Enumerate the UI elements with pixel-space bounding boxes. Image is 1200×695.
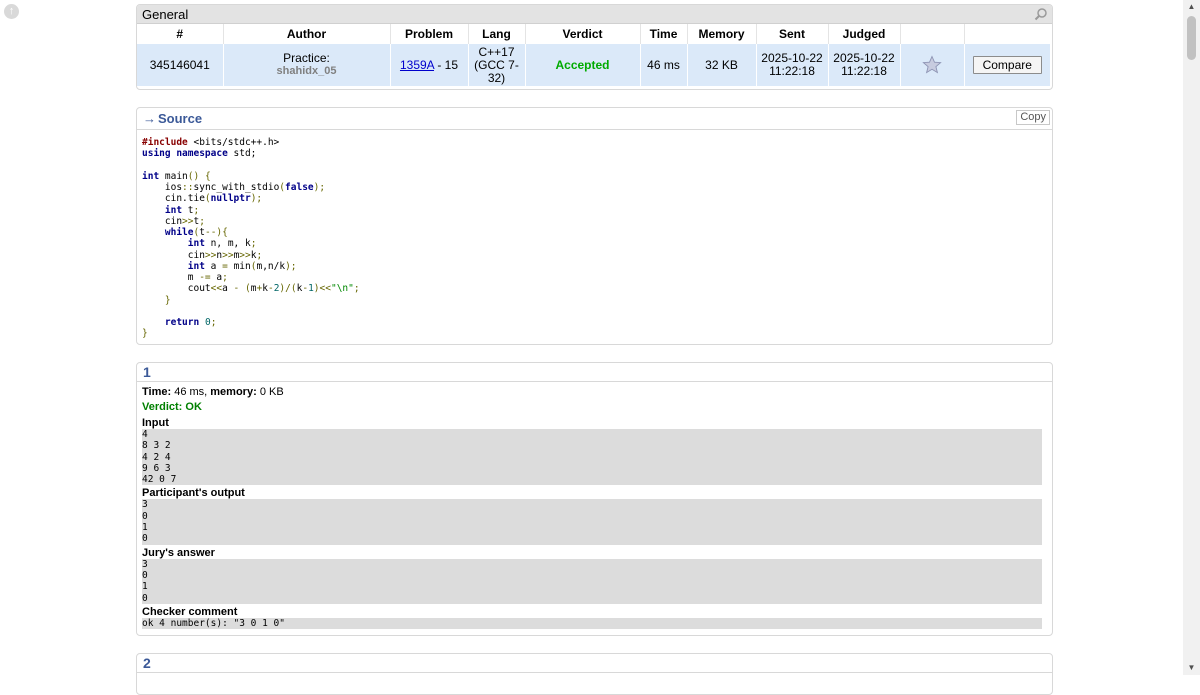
column-header-time: Time	[640, 24, 688, 44]
submission-row: 345146041 Practice: shahidx_05 1359A - 1…	[137, 44, 1050, 86]
column-header-problem: Problem	[390, 24, 469, 44]
test-header-2: 2	[137, 654, 1052, 673]
test-body-1: Time: 46 ms, memory: 0 KB Verdict: OK In…	[137, 382, 1052, 630]
submission-lang: C++17 (GCC 7-32)	[468, 44, 526, 86]
test-panel-2: 2	[136, 653, 1053, 695]
column-header-compare	[964, 24, 1050, 44]
memory-label: memory:	[210, 386, 257, 398]
submission-time: 46 ms	[640, 44, 688, 86]
scroll-down-arrow-icon[interactable]: ▼	[1183, 661, 1200, 675]
column-header-lang: Lang	[468, 24, 526, 44]
submission-favourite	[900, 44, 965, 86]
output-data: 3 0 1 0	[142, 499, 1042, 545]
submission-id: 345146041	[137, 44, 224, 86]
scrollbar[interactable]: ▲ ▼	[1183, 0, 1200, 675]
answer-label: Jury's answer	[142, 546, 215, 559]
author-handle-link[interactable]: shahidx_05	[226, 65, 388, 78]
copy-button[interactable]: Copy	[1016, 110, 1050, 125]
source-title[interactable]: Source	[158, 111, 202, 126]
submission-problem: 1359A - 15	[390, 44, 469, 86]
verdict-label: Verdict:	[142, 401, 183, 413]
test-panel-1: 1 Time: 46 ms, memory: 0 KB Verdict: OK …	[136, 362, 1053, 636]
general-header: General	[137, 5, 1052, 24]
column-header-id: #	[137, 24, 224, 44]
input-data: 4 8 3 2 4 2 4 9 6 3 42 0 7	[142, 429, 1042, 486]
source-code: #include <bits/stdc++.h> using namespace…	[142, 137, 360, 340]
source-header: → Source Copy	[137, 108, 1052, 130]
column-header-sent: Sent	[756, 24, 829, 44]
checker-data: ok 4 number(s): "3 0 1 0"	[142, 617, 1042, 630]
test-number: 1	[143, 364, 151, 380]
verdict-value: OK	[185, 401, 202, 413]
status-header-row: # Author Problem Lang Verdict Time Memor…	[137, 24, 1050, 44]
submission-author: Practice: shahidx_05	[223, 44, 391, 86]
author-prefix: Practice:	[283, 51, 330, 65]
submission-verdict: Accepted	[525, 44, 641, 86]
column-header-verdict: Verdict	[525, 24, 641, 44]
verdict-accepted: Accepted	[555, 57, 610, 72]
problem-link[interactable]: 1359A	[400, 58, 434, 72]
general-title: General	[142, 7, 189, 22]
source-arrow-icon: →	[143, 111, 156, 126]
checker-label: Checker comment	[142, 605, 238, 618]
submission-judged: 2025-10-22 11:22:18	[828, 44, 901, 86]
magnifier-icon[interactable]	[1034, 7, 1048, 21]
scroll-up-arrow-icon[interactable]: ▲	[1183, 0, 1200, 14]
test-header-1: 1	[137, 363, 1052, 382]
general-panel: General # Author Problem Lang Verdict Ti…	[136, 4, 1053, 90]
submission-sent: 2025-10-22 11:22:18	[756, 44, 829, 86]
test-verdict-line: Verdict: OK	[142, 400, 1047, 415]
time-label: Time:	[142, 386, 172, 398]
memory-value: 0 KB	[259, 386, 284, 398]
test-number-2: 2	[143, 655, 151, 671]
submission-compare: Compare	[964, 44, 1050, 86]
test-time-line: Time: 46 ms, memory: 0 KB	[142, 385, 1047, 400]
column-header-judged: Judged	[828, 24, 901, 44]
column-header-favourite	[900, 24, 965, 44]
time-value: 46 ms,	[174, 386, 208, 398]
submission-memory: 32 KB	[687, 44, 757, 86]
source-panel: → Source Copy #include <bits/stdc++.h> u…	[136, 107, 1053, 345]
scrollbar-thumb[interactable]	[1187, 16, 1196, 60]
column-header-author: Author	[223, 24, 391, 44]
back-icon[interactable]: ↑	[4, 4, 19, 19]
compare-button[interactable]: Compare	[972, 56, 1042, 74]
input-label: Input	[142, 417, 169, 429]
problem-suffix: - 15	[434, 57, 459, 72]
star-icon[interactable]	[922, 55, 942, 75]
output-label: Participant's output	[142, 487, 245, 500]
column-header-memory: Memory	[687, 24, 757, 44]
answer-data: 3 0 1 0	[142, 558, 1042, 604]
status-table: # Author Problem Lang Verdict Time Memor…	[137, 24, 1050, 86]
